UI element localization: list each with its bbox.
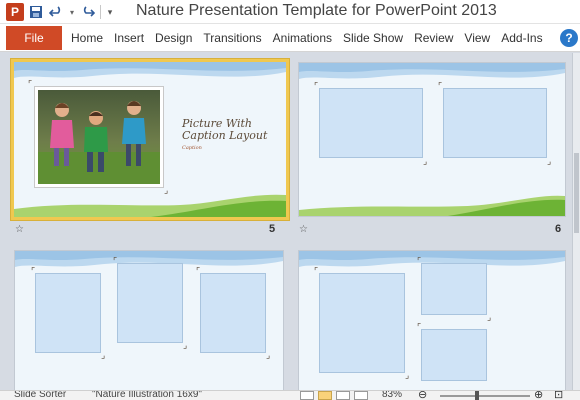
picture-placeholder[interactable] — [200, 273, 266, 353]
qat-separator — [100, 5, 101, 19]
help-icon[interactable]: ? — [560, 29, 578, 47]
sky-wave-decoration — [14, 62, 286, 78]
tab-insert[interactable]: Insert — [109, 24, 149, 52]
picture-placeholder[interactable] — [443, 88, 547, 158]
tab-transitions[interactable]: Transitions — [198, 24, 266, 52]
slide-thumbnail-7[interactable]: ⌜ ⌟ ⌜ ⌟ ⌜ ⌟ — [14, 250, 284, 390]
frame-corner-ornament: ⌟ — [101, 350, 106, 360]
slide-thumbnail-5[interactable]: ⌜ ⌟ Picture With Caption Layout Caption — [11, 59, 289, 220]
picture-placeholder[interactable] — [319, 273, 405, 373]
window-title: Nature Presentation Template for PowerPo… — [136, 2, 497, 19]
picture-placeholder[interactable] — [421, 263, 487, 315]
tab-view[interactable]: View — [459, 24, 495, 52]
tab-animations[interactable]: Animations — [268, 24, 337, 52]
slide-thumbnail-6[interactable]: ⌜ ⌟ ⌜ ⌟ — [298, 62, 566, 217]
zoom-in-icon[interactable]: ⊕ — [534, 391, 543, 400]
frame-corner-ornament: ⌜ — [438, 81, 443, 91]
normal-view-button[interactable] — [300, 391, 314, 400]
slide-thumbnail-8[interactable]: ⌜ ⌟ ⌜ ⌟ ⌜ — [298, 250, 566, 390]
undo-icon[interactable] — [48, 4, 64, 20]
frame-corner-ornament: ⌟ — [547, 156, 552, 166]
transition-star-icon[interactable]: ☆ — [15, 224, 24, 235]
frame-corner-ornament: ⌟ — [423, 156, 428, 166]
grass-hill-decoration — [299, 195, 565, 216]
scrollbar-thumb[interactable] — [574, 153, 579, 233]
slide-5-caption-text: Caption — [182, 145, 202, 151]
redo-icon[interactable] — [80, 4, 96, 20]
children-running-image — [38, 90, 160, 184]
powerpoint-logo-icon[interactable]: P — [6, 3, 24, 21]
title-bar: P ▾ ▾ Nature Presentation Template for P… — [0, 0, 580, 24]
zoom-level[interactable]: 83% — [382, 391, 402, 400]
frame-corner-ornament: ⌟ — [266, 350, 271, 360]
picture-placeholder[interactable] — [319, 88, 423, 158]
zoom-slider-thumb[interactable] — [475, 391, 479, 400]
slide-sorter-view-button[interactable] — [318, 391, 332, 400]
frame-corner-ornament: ⌜ — [31, 266, 36, 276]
slide-sorter-area: ⌜ ⌟ Picture With Caption Layout Caption … — [0, 53, 580, 390]
zoom-slider[interactable] — [440, 395, 530, 397]
frame-corner-ornament: ⌜ — [196, 266, 201, 276]
quick-access-toolbar: P ▾ ▾ — [6, 3, 115, 21]
tab-add-ins[interactable]: Add-Ins — [496, 24, 547, 52]
frame-corner-ornament: ⌟ — [183, 340, 188, 350]
fit-to-window-icon[interactable]: ⊡ — [554, 391, 563, 400]
save-icon[interactable] — [28, 4, 44, 20]
tab-review[interactable]: Review — [409, 24, 458, 52]
frame-corner-ornament: ⌜ — [314, 81, 319, 91]
chevron-down-icon[interactable]: ▾ — [105, 4, 115, 20]
frame-corner-ornament: ⌟ — [487, 312, 492, 322]
transition-star-icon[interactable]: ☆ — [299, 224, 308, 235]
tab-home[interactable]: Home — [66, 24, 108, 52]
file-tab[interactable]: File — [6, 26, 62, 50]
tab-list: Home Insert Design Transitions Animation… — [66, 24, 549, 52]
children-photo[interactable] — [34, 86, 164, 188]
vertical-scrollbar[interactable] — [572, 53, 580, 390]
frame-corner-ornament: ⌜ — [28, 79, 33, 89]
tab-slide-show[interactable]: Slide Show — [338, 24, 408, 52]
theme-name-label[interactable]: "Nature Illustration 16x9" — [92, 391, 202, 400]
view-mode-label: Slide Sorter — [14, 390, 67, 400]
slide-5-caption-title-line2: Caption Layout — [182, 129, 268, 142]
status-bar: Slide Sorter "Nature Illustration 16x9" … — [0, 390, 580, 400]
slide-number-5: 5 — [269, 223, 276, 235]
sky-wave-decoration — [299, 63, 565, 79]
zoom-out-icon[interactable]: ⊖ — [418, 391, 427, 400]
picture-placeholder[interactable] — [421, 329, 487, 381]
slide-number-6: 6 — [555, 223, 562, 235]
picture-placeholder[interactable] — [35, 273, 101, 353]
frame-corner-ornament: ⌜ — [113, 256, 118, 266]
picture-placeholder[interactable] — [117, 263, 183, 343]
frame-corner-ornament: ⌜ — [314, 266, 319, 276]
tab-design[interactable]: Design — [150, 24, 197, 52]
grass-hill-decoration — [14, 194, 286, 217]
ribbon-tabs: File Home Insert Design Transitions Anim… — [0, 24, 580, 52]
slide-show-view-button[interactable] — [354, 391, 368, 400]
frame-corner-ornament: ⌟ — [405, 370, 410, 380]
frame-corner-ornament: ⌜ — [417, 322, 422, 332]
reading-view-button[interactable] — [336, 391, 350, 400]
frame-corner-ornament: ⌜ — [417, 256, 422, 266]
undo-dropdown-icon[interactable]: ▾ — [68, 4, 76, 20]
